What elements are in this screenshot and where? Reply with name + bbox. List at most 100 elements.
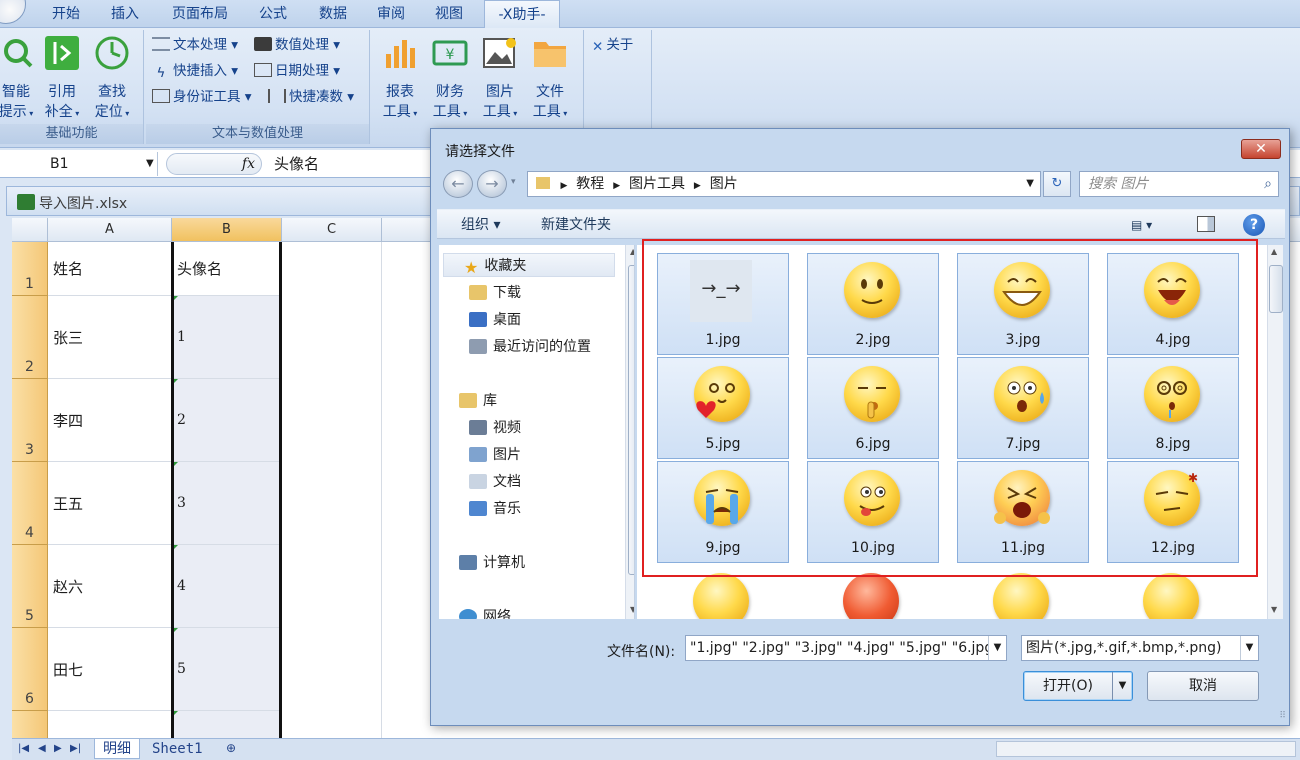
close-button[interactable]: ✕ (1241, 139, 1281, 159)
row-header[interactable] (12, 711, 48, 738)
insert-function-button[interactable]: fx (166, 153, 262, 175)
breadcrumb-tutorial[interactable]: 教程 (576, 176, 604, 192)
file-name-input[interactable]: "1.jpg" "2.jpg" "3.jpg" "4.jpg" "5.jpg" … (685, 635, 1007, 661)
blush-face-icon (689, 571, 751, 619)
first-sheet-icon[interactable]: |◀ (18, 743, 29, 754)
preview-pane-icon[interactable] (1197, 210, 1215, 240)
view-options-icon[interactable]: ▤ ▾ (1131, 210, 1152, 240)
file-tool-button[interactable]: 文件 工具 ▾ (526, 34, 574, 124)
file-name-dropdown-icon[interactable]: ▼ (988, 636, 1006, 660)
tab-home[interactable]: 开始 (40, 0, 92, 28)
id-card-tool-button[interactable]: 身份证工具 ▾ (152, 86, 252, 108)
row-header[interactable]: 5 (12, 545, 48, 628)
row-header[interactable]: 2 (12, 296, 48, 379)
search-input[interactable]: 搜索 图片 ⌕ (1079, 171, 1279, 197)
cell-a4[interactable]: 王五 (48, 462, 172, 545)
row-header[interactable]: 3 (12, 379, 48, 462)
quick-insert-button[interactable]: ϟ 快捷插入 ▾ (152, 60, 239, 82)
smart-hint-button[interactable]: 智能 提示 ▾ (0, 34, 40, 124)
tab-view[interactable]: 视图 (424, 0, 474, 28)
tree-desktop[interactable]: 桌面 (469, 308, 521, 332)
tree-scrollbar[interactable]: ▲ ▼ (625, 245, 634, 619)
back-button[interactable]: ← (443, 170, 473, 198)
tree-favorites[interactable]: ★ 收藏夹 (443, 253, 615, 277)
tree-videos[interactable]: 视频 (469, 416, 521, 440)
cell-a5[interactable]: 赵六 (48, 545, 172, 628)
recent-pages-chevron-icon[interactable]: ▾ (511, 177, 516, 187)
tree-computer[interactable]: 计算机 (459, 551, 525, 575)
tree-scroll-thumb[interactable] (628, 265, 634, 575)
file-type-dropdown-icon[interactable]: ▼ (1240, 636, 1258, 660)
text-process-button[interactable]: 文本处理 ▾ (152, 34, 238, 56)
file-scroll-thumb[interactable] (1269, 265, 1283, 313)
cell-a2[interactable]: 张三 (48, 296, 172, 379)
find-locate-button[interactable]: 查找 定位 ▾ (88, 34, 136, 124)
name-box[interactable]: B1 ▼ (0, 152, 158, 176)
file-type-select[interactable]: 图片(*.jpg,*.gif,*.bmp,*.png) ▼ (1021, 635, 1259, 661)
scroll-down-icon[interactable]: ▼ (1271, 605, 1277, 614)
prev-sheet-icon[interactable]: ◀ (38, 743, 46, 754)
open-button[interactable]: 打开(O) ▼ (1023, 671, 1133, 701)
column-header-b[interactable]: B (172, 218, 282, 242)
column-header-a[interactable]: A (48, 218, 172, 242)
tab-insert[interactable]: 插入 (100, 0, 150, 28)
about-button[interactable]: ✕ 关于 (592, 34, 633, 56)
cell-a3[interactable]: 李四 (48, 379, 172, 462)
row-header[interactable]: 6 (12, 628, 48, 711)
new-folder-button[interactable]: 新建文件夹 (541, 210, 611, 240)
abacus-icon (268, 89, 286, 103)
row-header[interactable]: 4 (12, 462, 48, 545)
last-sheet-icon[interactable]: ▶| (70, 743, 81, 754)
forward-button[interactable]: → (477, 170, 507, 198)
cell-a6[interactable]: 田七 (48, 628, 172, 711)
scroll-down-icon[interactable]: ▼ (630, 605, 634, 614)
resize-grip-icon[interactable]: ⠿ (1279, 711, 1286, 721)
image-tool-button[interactable]: 图片 工具 ▾ (476, 34, 524, 124)
report-tool-button[interactable]: 报表 工具 ▾ (376, 34, 424, 124)
select-all-corner[interactable] (12, 218, 48, 242)
file-list-scrollbar[interactable]: ▲ ▼ (1267, 245, 1283, 619)
file-tool-line2: 工具 ▾ (532, 104, 568, 120)
ref-complete-button[interactable]: 引用 补全 ▾ (38, 34, 86, 124)
tree-documents[interactable]: 文档 (469, 470, 521, 494)
finance-tool-button[interactable]: ¥ 财务 工具 ▾ (426, 34, 474, 124)
open-dropdown-icon[interactable]: ▼ (1112, 672, 1132, 700)
horizontal-scrollbar[interactable] (996, 741, 1296, 757)
tab-x-assistant[interactable]: -X助手- (484, 0, 560, 29)
insert-sheet-icon[interactable]: ⊕ (226, 741, 236, 755)
breadcrumb-image-tools[interactable]: 图片工具 (629, 176, 685, 192)
quick-sum-button[interactable]: 快捷凑数 ▾ (268, 86, 354, 108)
row-header[interactable]: 1 (12, 242, 48, 296)
tab-formulas[interactable]: 公式 (248, 0, 298, 28)
scroll-up-icon[interactable]: ▲ (630, 247, 634, 256)
address-dropdown-icon[interactable]: ▼ (1026, 172, 1034, 196)
tree-downloads[interactable]: 下载 (469, 281, 521, 305)
cancel-button[interactable]: 取消 (1147, 671, 1259, 701)
tree-network[interactable]: 网络 (459, 605, 511, 619)
smart-hint-line1: 智能 (2, 84, 30, 100)
address-bar[interactable]: ▶ 教程 ▶ 图片工具 ▶ 图片 ▼ (527, 171, 1041, 197)
sheet-tab-sheet1[interactable]: Sheet1 (144, 739, 211, 759)
file-tool-line1: 文件 (536, 84, 564, 100)
scroll-up-icon[interactable]: ▲ (1271, 247, 1277, 256)
tree-music[interactable]: 音乐 (469, 497, 521, 521)
column-header-c[interactable]: C (282, 218, 382, 242)
tab-review[interactable]: 审阅 (366, 0, 416, 28)
sheet-tab-detail[interactable]: 明细 (94, 739, 140, 759)
next-sheet-icon[interactable]: ▶ (54, 743, 62, 754)
tab-page-layout[interactable]: 页面布局 (160, 0, 240, 28)
number-process-button[interactable]: 数值处理 ▾ (254, 34, 340, 56)
organize-button[interactable]: 组织 ▾ (461, 210, 500, 240)
group-text-number: 文本处理 ▾ 数值处理 ▾ ϟ 快捷插入 ▾ 日期处理 ▾ 身份证工具 ▾ 快捷凑… (146, 30, 370, 144)
tree-recent-places[interactable]: 最近访问的位置 (469, 335, 591, 359)
formula-input[interactable]: 头像名 (274, 152, 319, 176)
date-process-button[interactable]: 日期处理 ▾ (254, 60, 340, 82)
tree-pictures[interactable]: 图片 (469, 443, 521, 467)
tab-data[interactable]: 数据 (308, 0, 358, 28)
help-icon[interactable]: ? (1243, 214, 1265, 236)
breadcrumb-images[interactable]: 图片 (710, 176, 738, 192)
cell-a1[interactable]: 姓名 (48, 242, 172, 296)
office-button[interactable] (0, 0, 26, 24)
refresh-button[interactable]: ↻ (1043, 171, 1071, 197)
tree-libraries[interactable]: 库 (459, 389, 497, 413)
